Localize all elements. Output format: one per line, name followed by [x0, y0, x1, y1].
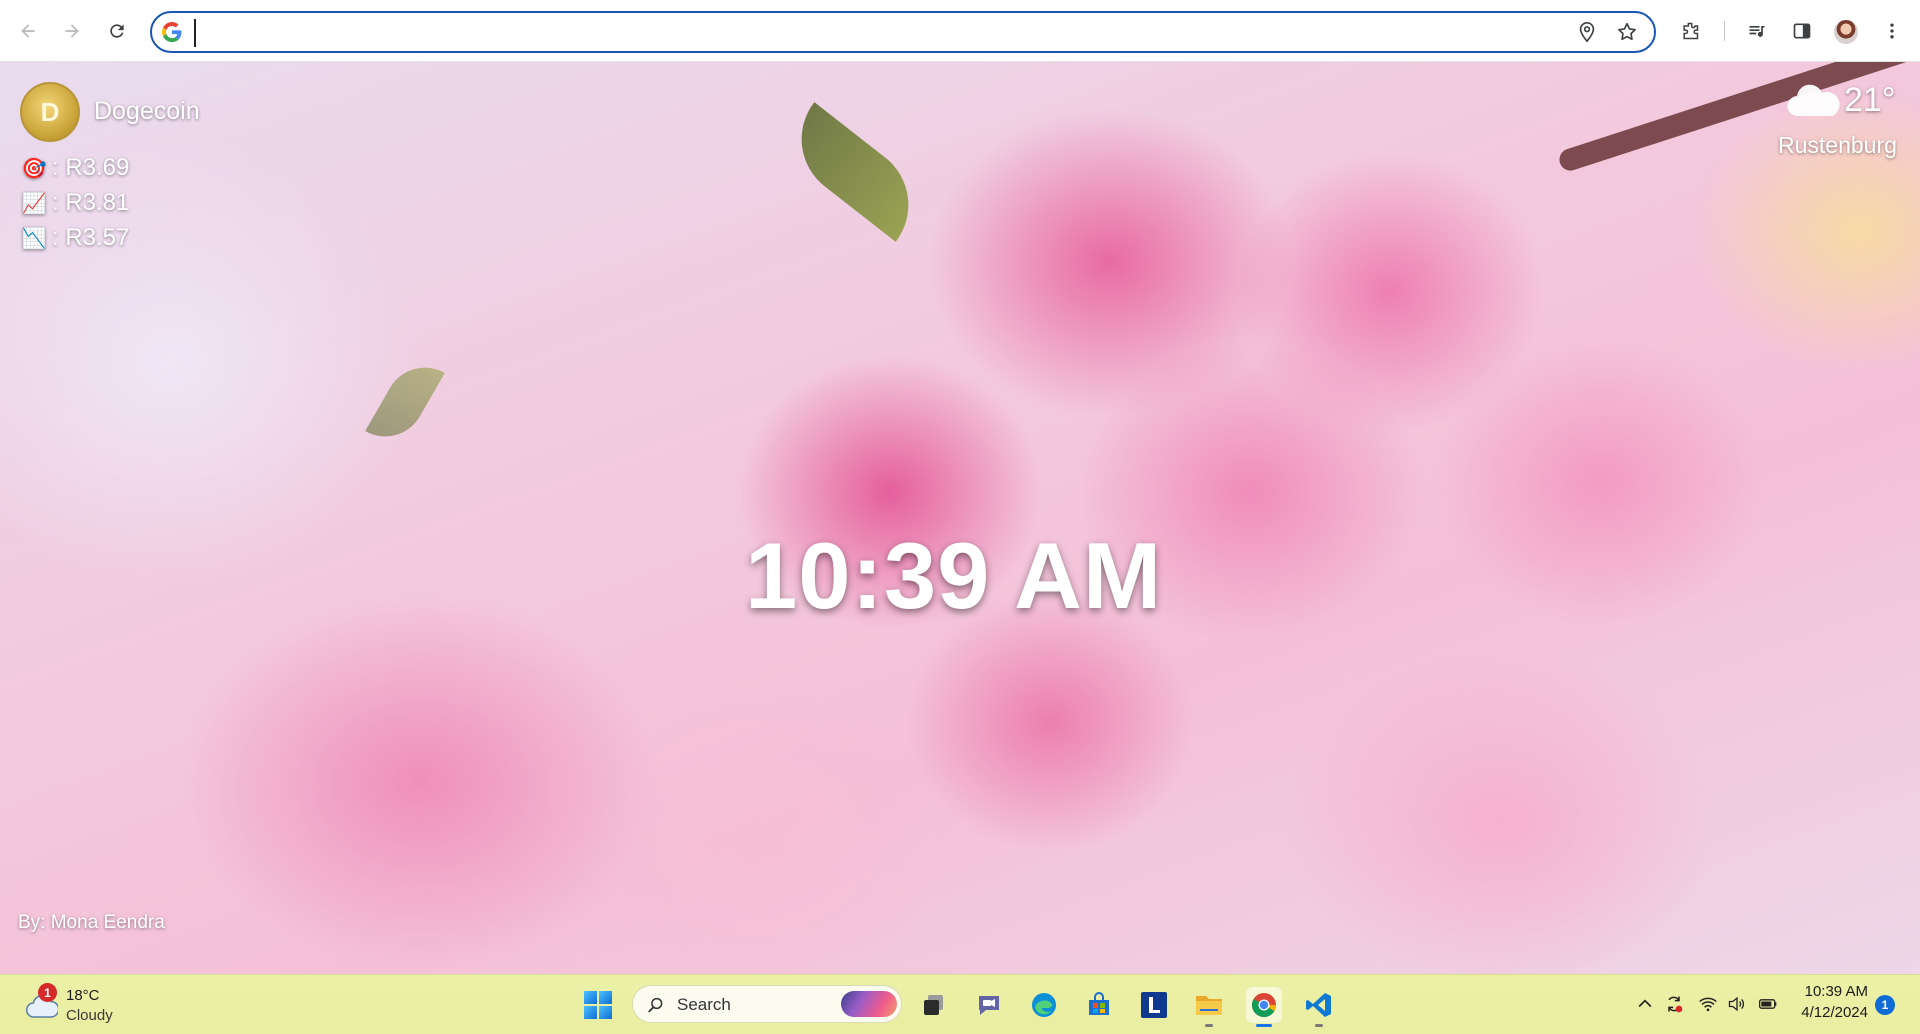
- reload-button[interactable]: [101, 15, 133, 47]
- search-icon: [648, 997, 663, 1013]
- file-explorer-app[interactable]: [1191, 987, 1227, 1027]
- notification-badge[interactable]: 1: [1875, 995, 1895, 1015]
- taskbar-clock-time[interactable]: 10:39 AM: [1796, 983, 1868, 1000]
- l-letter-icon: [1141, 992, 1167, 1018]
- media-controls-button[interactable]: [1741, 15, 1773, 47]
- side-panel-icon: [1793, 23, 1811, 39]
- edge-icon: [1032, 993, 1056, 1017]
- browser-toolbar: [0, 0, 1920, 62]
- show-hidden-icons-button[interactable]: [1634, 993, 1656, 1015]
- bookmark-star-icon[interactable]: [1616, 21, 1638, 43]
- wifi-button[interactable]: [1697, 993, 1719, 1015]
- more-vertical-icon: [1890, 23, 1894, 39]
- running-indicator: [1315, 1024, 1323, 1027]
- dogecoin-logo-icon: D: [20, 82, 80, 142]
- arrow-left-icon: [21, 24, 35, 38]
- active-indicator: [1256, 1024, 1272, 1027]
- battery-button[interactable]: [1757, 993, 1779, 1015]
- weather-widget: 21°: [1784, 80, 1895, 120]
- chevron-up-icon: [1638, 999, 1652, 1008]
- chat-icon: [979, 996, 999, 1015]
- speaker-icon: [1728, 996, 1744, 1012]
- leaf-decoration: [777, 102, 933, 242]
- weather-temperature: 21°: [1844, 80, 1896, 119]
- profile-avatar[interactable]: [1834, 20, 1858, 44]
- target-icon: 🎯: [21, 157, 47, 180]
- running-indicator: [1205, 1024, 1213, 1027]
- sync-alert-icon: [1668, 996, 1683, 1013]
- search-highlight-image: [841, 991, 897, 1017]
- battery-charging-icon: [1759, 999, 1777, 1009]
- chart-down-icon: 📉: [21, 227, 47, 250]
- side-panel-button[interactable]: [1786, 15, 1818, 47]
- wifi-icon: [1699, 997, 1717, 1012]
- reload-icon: [110, 24, 124, 38]
- current-price-row: 🎯 : R3.69: [21, 154, 130, 182]
- coin-name: Dogecoin: [94, 97, 200, 125]
- search-label: Search: [677, 995, 731, 1014]
- current-price: : R3.69: [52, 154, 130, 181]
- store-icon: [1089, 992, 1109, 1015]
- weather-alert-badge: 1: [38, 983, 57, 1002]
- leaf-decoration: [365, 353, 445, 451]
- sync-status-button[interactable]: [1663, 993, 1685, 1015]
- task-view-app[interactable]: [916, 987, 952, 1023]
- volume-button[interactable]: [1726, 993, 1748, 1015]
- forward-button[interactable]: [56, 15, 88, 47]
- taskbar: 1 18°C Cloudy Search 10:39 AM 4/12/2024 …: [0, 974, 1920, 1034]
- back-button[interactable]: [12, 15, 44, 47]
- start-button[interactable]: [584, 991, 612, 1019]
- low-price-row: 📉 : R3.57: [21, 224, 130, 252]
- vscode-icon: [1306, 993, 1331, 1017]
- background-photo: [0, 62, 1920, 974]
- taskbar-search[interactable]: Search: [632, 985, 902, 1023]
- windows-logo-icon: [584, 991, 597, 1004]
- clock: 10:39 AM: [745, 523, 1163, 628]
- queue-music-icon: [1749, 26, 1765, 37]
- taskbar-temperature: 18°C: [66, 987, 100, 1004]
- l-app[interactable]: [1136, 987, 1172, 1023]
- photo-credit[interactable]: By: Mona Eendra: [18, 912, 165, 934]
- high-price-row: 📈 : R3.81: [21, 189, 130, 217]
- puzzle-icon: [1683, 22, 1699, 40]
- extensions-button[interactable]: [1674, 15, 1706, 47]
- address-bar[interactable]: [150, 11, 1656, 53]
- toolbar-separator: [1724, 21, 1725, 41]
- vscode-app[interactable]: [1301, 987, 1337, 1027]
- taskbar-weather-widget[interactable]: 1 18°C Cloudy: [22, 983, 142, 1027]
- arrow-right-icon: [65, 24, 79, 38]
- cloud-icon: [1787, 84, 1840, 117]
- edge-app[interactable]: [1026, 987, 1062, 1023]
- google-g-icon: [162, 22, 182, 42]
- taskbar-clock-date[interactable]: 4/12/2024: [1790, 1004, 1868, 1021]
- chrome-icon: [1251, 993, 1276, 1018]
- task-view-icon: [924, 995, 943, 1015]
- chart-up-icon: 📈: [21, 192, 47, 215]
- low-price: : R3.57: [52, 224, 130, 251]
- folder-icon: [1196, 996, 1222, 1015]
- location-pin-icon[interactable]: [1576, 21, 1598, 43]
- high-price: : R3.81: [52, 189, 130, 216]
- weather-city: Rustenburg: [1778, 132, 1897, 158]
- chrome-app[interactable]: [1246, 987, 1282, 1027]
- omnibox-input[interactable]: [194, 19, 1500, 47]
- menu-button[interactable]: [1876, 15, 1908, 47]
- microsoft-store-app[interactable]: [1081, 987, 1117, 1023]
- taskbar-condition: Cloudy: [66, 1007, 113, 1024]
- teams-chat-app[interactable]: [971, 987, 1007, 1023]
